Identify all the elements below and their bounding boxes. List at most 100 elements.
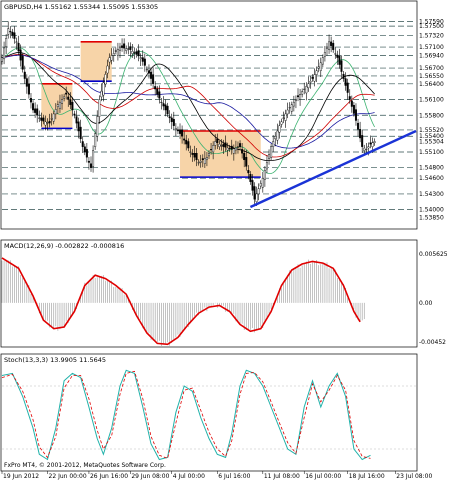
candle-body — [164, 104, 167, 111]
candle-body — [224, 142, 227, 148]
candle-body — [226, 147, 229, 151]
candle-body — [195, 153, 198, 161]
candle-body — [365, 149, 368, 151]
candle-body — [299, 94, 302, 100]
time-tick-label: 6 Jul 16:00 — [218, 473, 250, 480]
macd-plot-frame — [0, 239, 418, 348]
time-tick-label: 19 Jun 2012 — [3, 473, 39, 480]
candle-body — [313, 74, 316, 82]
candle-body — [162, 103, 165, 107]
candle-body — [321, 57, 324, 65]
candle-body — [15, 41, 18, 43]
candle-body — [249, 174, 252, 182]
candle-body — [305, 86, 308, 94]
candle-body — [168, 116, 171, 119]
candle-body — [294, 99, 297, 102]
candle-body — [247, 170, 250, 174]
candle-body — [354, 109, 357, 121]
candle-body — [145, 69, 148, 71]
candle-body — [108, 57, 111, 63]
candle-body — [85, 149, 88, 158]
candle-body — [336, 54, 339, 58]
macd-tick-label: -0.00452 — [419, 339, 446, 346]
candle-body — [330, 41, 333, 46]
candle-body — [265, 162, 268, 170]
candle-body — [160, 101, 163, 103]
candle-body — [56, 104, 59, 107]
candle-body — [61, 99, 64, 104]
candle-body — [261, 177, 264, 188]
candle-body — [280, 121, 283, 125]
price-tick-label: 1.55800 — [419, 112, 444, 119]
candle-body — [270, 146, 273, 158]
price-panel: GBPUSD,H4 1.55162 1.55344 1.55095 1.5530… — [0, 0, 444, 230]
price-tick-label: 1.56100 — [419, 97, 444, 104]
candle-body — [150, 71, 153, 79]
time-tick-label: 11 Jul 08:00 — [264, 473, 300, 480]
candle-body — [255, 193, 258, 202]
candle-body — [193, 153, 196, 158]
candle-body — [127, 48, 130, 50]
candle-body — [218, 143, 221, 147]
price-tick-label: 1.55304 — [419, 138, 444, 145]
time-tick-label: 26 Jun 16:00 — [90, 473, 128, 480]
stochastic-title: Stoch(13,3,3) 13.9905 11.5645 — [4, 356, 106, 364]
candle-body — [303, 88, 306, 90]
candle-body — [63, 96, 66, 99]
candle-body — [253, 186, 256, 200]
candle-body — [114, 50, 117, 52]
candle-body — [234, 147, 237, 151]
price-tick-label: 1.57500 — [419, 23, 444, 30]
range-box — [80, 41, 112, 82]
candle-body — [121, 45, 124, 48]
candle-body — [75, 116, 78, 124]
time-tick-label: 29 Jun 08:00 — [131, 473, 169, 480]
candle-body — [350, 100, 353, 107]
candle-body — [13, 32, 16, 39]
candle-body — [81, 141, 84, 147]
candle-body — [158, 91, 161, 99]
candle-body — [185, 139, 188, 145]
price-tick-label: 1.56940 — [419, 52, 444, 59]
candle-body — [58, 101, 61, 109]
candle-body — [286, 109, 289, 115]
time-tick-label: 4 Jul 00:00 — [173, 473, 205, 480]
macd-title: MACD(12,26,9) -0.002822 -0.000816 — [4, 242, 124, 250]
candle-body — [19, 49, 22, 61]
candle-body — [319, 62, 322, 71]
candle-body — [257, 188, 260, 195]
candle-body — [106, 65, 109, 74]
candle-body — [7, 28, 10, 35]
candle-body — [44, 121, 47, 126]
candle-body — [179, 129, 182, 134]
candle-body — [220, 145, 223, 147]
candle-body — [232, 148, 235, 154]
candle-body — [216, 138, 219, 143]
candle-body — [38, 117, 41, 119]
candle-body — [290, 104, 293, 112]
candle-body — [276, 130, 279, 141]
candle-body — [268, 154, 271, 159]
candle-body — [307, 83, 310, 88]
candle-body — [272, 141, 275, 147]
candle-body — [65, 92, 68, 95]
candle-body — [141, 57, 144, 62]
candle-body — [1, 57, 4, 62]
candle-body — [348, 96, 351, 100]
macd-tick-label: 0.00 — [419, 300, 433, 307]
candle-body — [29, 98, 32, 103]
candle-body — [243, 153, 246, 161]
price-tick-label: 1.56700 — [419, 65, 444, 72]
candle-body — [48, 120, 51, 124]
candle-body — [278, 125, 281, 133]
price-tick-label: 1.54300 — [419, 191, 444, 198]
candle-body — [40, 117, 43, 121]
candle-body — [36, 108, 39, 116]
macd-tick-label: 0.005625 — [419, 251, 448, 258]
candle-body — [129, 46, 132, 50]
candle-body — [201, 158, 204, 161]
price-tick-label: 1.56550 — [419, 73, 444, 80]
candle-body — [263, 170, 266, 180]
candle-body — [292, 101, 295, 107]
price-tick-label: 1.54800 — [419, 165, 444, 172]
